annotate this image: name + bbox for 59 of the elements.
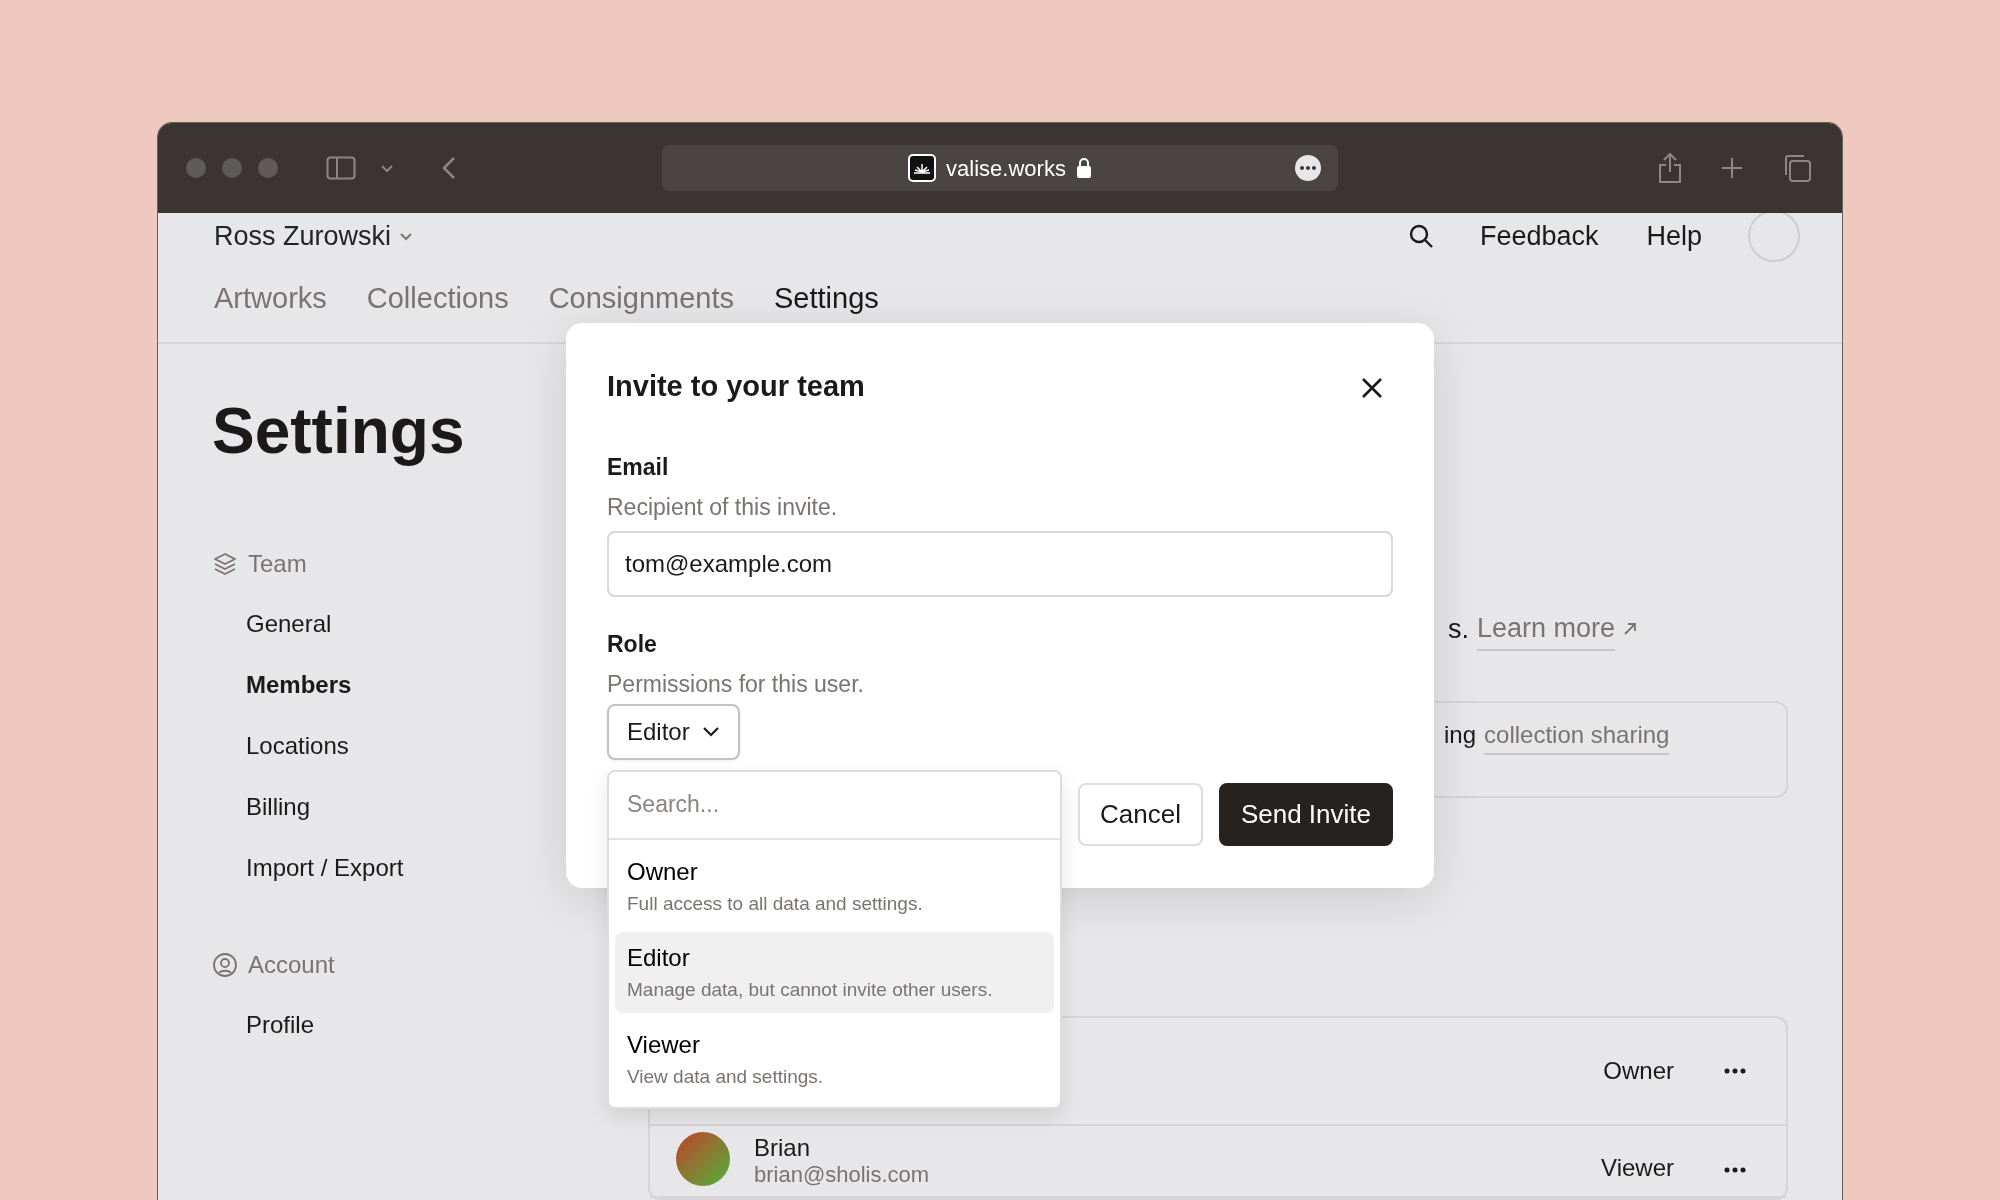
- account-switcher[interactable]: Ross Zurowski: [214, 215, 414, 257]
- tabs-overview-icon[interactable]: [1782, 153, 1812, 183]
- member-role: Owner: [1603, 1055, 1674, 1086]
- search-icon[interactable]: [1407, 223, 1434, 249]
- lock-icon: [1075, 157, 1092, 179]
- header-link[interactable]: Feedback: [1479, 215, 1599, 257]
- role-option[interactable]: Editor Manage data, but cannot invite other users.: [615, 932, 1054, 1013]
- dialog-title: Invite to your team: [607, 369, 865, 404]
- chevron-down-icon[interactable]: [380, 163, 394, 173]
- member-email: brian@sholis.com: [754, 1162, 930, 1187]
- sidebar-icon[interactable]: [326, 156, 356, 180]
- window-close-icon[interactable]: [186, 158, 206, 178]
- sidebar-item[interactable]: Billing: [212, 775, 317, 837]
- send-invite-button[interactable]: Send Invite: [1218, 783, 1393, 846]
- site-logo-icon: [908, 154, 937, 182]
- address-bar[interactable]: valise.works: [662, 145, 1338, 191]
- email-field[interactable]: tom@example.com: [607, 530, 1393, 597]
- field-hint: Recipient of this invite.: [607, 493, 839, 523]
- nav-tab[interactable]: Consignments: [548, 277, 734, 321]
- chevron-down-icon: [701, 726, 720, 738]
- cancel-button[interactable]: Cancel: [1077, 783, 1203, 846]
- field-label: Role: [607, 629, 658, 659]
- page-title: Settings: [212, 396, 465, 467]
- sidebar-section-label: Team: [248, 549, 307, 580]
- avatar: [676, 1131, 730, 1186]
- field-hint: Permissions for this user.: [607, 670, 865, 700]
- role-option[interactable]: Viewer View data and settings.: [615, 1018, 1054, 1100]
- nav-tab[interactable]: Artworks: [214, 277, 327, 321]
- chevron-down-icon: [399, 231, 414, 241]
- back-icon[interactable]: [442, 156, 456, 180]
- member-name: Brian: [754, 1132, 812, 1163]
- sidebar-item[interactable]: Members: [212, 653, 358, 715]
- nav-tab[interactable]: Collections: [366, 277, 509, 321]
- field-label: Email: [607, 452, 670, 482]
- share-icon[interactable]: [1658, 152, 1682, 184]
- external-link-icon: [1623, 622, 1638, 637]
- sidebar-item[interactable]: Import / Export: [212, 836, 410, 898]
- search-field[interactable]: Search...: [609, 771, 1060, 840]
- window-maximize-icon[interactable]: [258, 158, 278, 178]
- header-link[interactable]: Help: [1646, 215, 1702, 257]
- sidebar-item[interactable]: General: [212, 592, 338, 654]
- nav-tab[interactable]: Settings: [774, 277, 879, 321]
- role-option[interactable]: Owner Full access to all data and settings.: [615, 845, 1054, 927]
- sidebar-section-label: Account: [248, 950, 335, 981]
- notice-text: ing: [1444, 719, 1477, 750]
- more-icon[interactable]: [1294, 154, 1322, 182]
- new-tab-icon[interactable]: [1720, 156, 1744, 180]
- window-minimize-icon[interactable]: [222, 158, 242, 178]
- description-text: s.: [1448, 613, 1469, 646]
- sidebar-item[interactable]: Locations: [212, 714, 355, 776]
- layers-icon: [212, 551, 238, 578]
- member-role: Viewer: [1601, 1152, 1674, 1183]
- user-circle-icon: [212, 952, 238, 979]
- close-icon: [1360, 375, 1384, 400]
- collection-sharing-link[interactable]: collection sharing: [1484, 716, 1670, 755]
- sidebar-item[interactable]: Profile: [212, 993, 321, 1055]
- learn-more-link[interactable]: Learn more: [1477, 608, 1616, 651]
- role-dropdown[interactable]: Editor: [607, 703, 740, 760]
- url-text: valise.works: [946, 154, 1066, 183]
